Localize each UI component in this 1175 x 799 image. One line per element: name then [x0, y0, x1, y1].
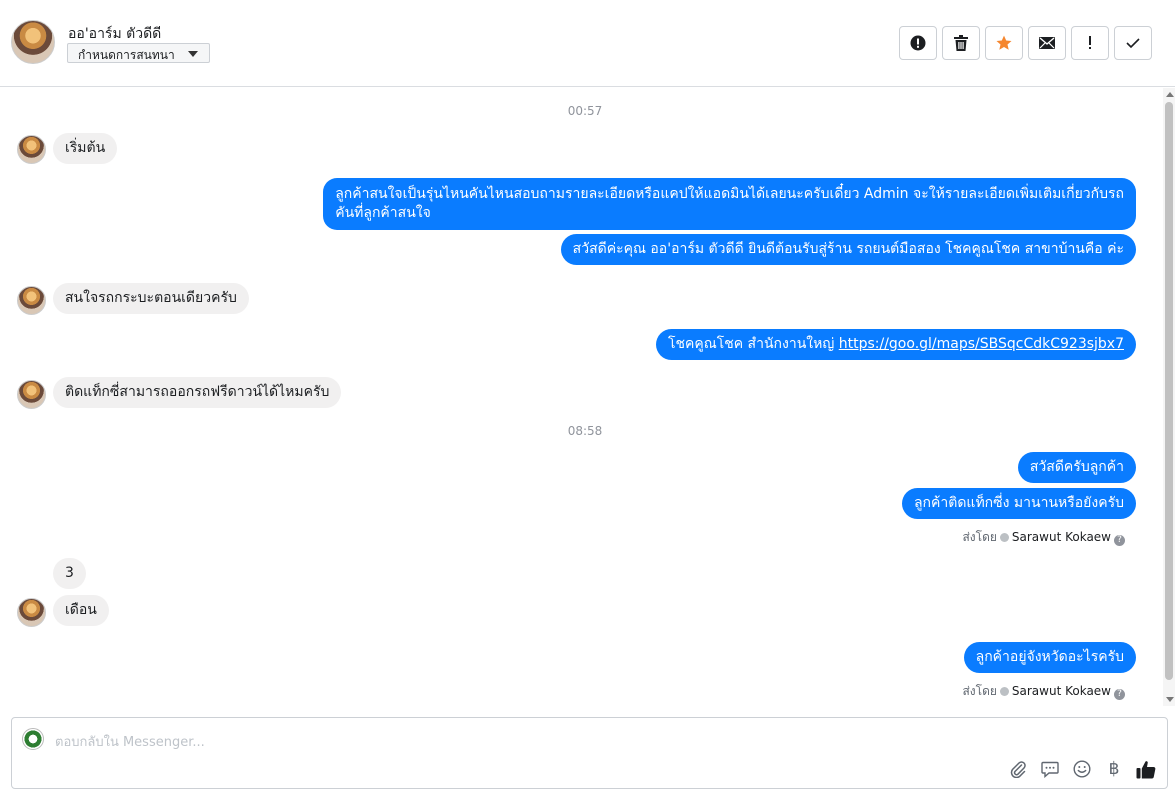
sender-avatar-icon [999, 687, 1009, 696]
follow-up-icon [1089, 36, 1091, 49]
mark-unread-button[interactable] [1028, 26, 1066, 60]
reply-input[interactable] [55, 732, 755, 752]
outgoing-message: ลูกค้าสนใจเป็นรุ่นไหนคันไหนสอบถามรายละเอ… [323, 178, 1136, 230]
help-icon[interactable]: ? [1114, 689, 1125, 700]
follow-up-button[interactable] [1071, 26, 1109, 60]
outgoing-message: ลูกค้าอยู่จังหวัดอะไรครับ [963, 642, 1136, 673]
attachment-icon [1010, 761, 1026, 778]
check-icon [1126, 38, 1140, 49]
sender-name[interactable]: Sarawut Kokaew [1012, 684, 1111, 698]
star-icon [996, 35, 1012, 50]
contact-name[interactable]: ออ'อาร์ม ตัวดีดี [68, 23, 161, 45]
outgoing-message-line: ลูกค้าสนใจเป็นรุ่นไหนคันไหนสอบถามรายละเอ… [335, 186, 1124, 202]
incoming-message: เริ่มต้น [53, 133, 118, 164]
header-actions [899, 26, 1152, 60]
baht-icon: ฿ [1108, 759, 1120, 779]
attach-button[interactable] [1007, 758, 1029, 780]
contact-avatar-small [17, 380, 46, 409]
thread-scrollbar[interactable] [1163, 88, 1175, 706]
contact-avatar[interactable] [11, 20, 55, 64]
inbox-conversation-view: ออ'อาร์ม ตัวดีดี กำหนดการสนทนา 00:57 เริ… [0, 0, 1175, 799]
trash-icon [954, 35, 968, 51]
contact-avatar-small [17, 286, 46, 315]
reply-composer: ฿ [11, 717, 1168, 789]
sent-by-info: ส่งโดย Sarawut Kokaew? [962, 682, 1125, 701]
sender-name[interactable]: Sarawut Kokaew [1012, 530, 1111, 544]
mark-spam-button[interactable] [899, 26, 937, 60]
composer-tools: ฿ [1007, 758, 1157, 780]
star-button[interactable] [985, 26, 1023, 60]
incoming-message: สนใจรถกระบะตอนเดียวครับ [53, 283, 249, 314]
page-avatar [22, 728, 44, 750]
sender-avatar-icon [999, 533, 1009, 542]
scrollbar-thumb[interactable] [1165, 102, 1173, 680]
emoji-button[interactable] [1071, 758, 1093, 780]
outgoing-message: โชคคูณโชค สำนักงานใหญ่ https://goo.gl/ma… [655, 329, 1136, 360]
mail-icon [1039, 37, 1055, 49]
payment-button[interactable]: ฿ [1103, 758, 1125, 780]
saved-replies-icon [1041, 761, 1059, 778]
message-text: โชคคูณโชค สำนักงานใหญ่ [667, 336, 835, 352]
sent-by-info: ส่งโดย Sarawut Kokaew? [962, 528, 1125, 547]
delete-button[interactable] [942, 26, 980, 60]
scroll-up-arrow-icon[interactable] [1166, 92, 1174, 97]
outgoing-message: ลูกค้าติดแท็กซี่ง มานานหรือยังครับ [901, 488, 1136, 519]
map-link[interactable]: https://goo.gl/maps/SBSqcCdkC923sjbx7 [839, 336, 1124, 352]
like-button[interactable] [1135, 758, 1157, 780]
like-icon [1136, 760, 1156, 779]
emoji-icon [1073, 760, 1091, 778]
spam-icon [910, 35, 926, 51]
sent-by-label: ส่งโดย [962, 684, 997, 698]
conversation-stage-label: กำหนดการสนทนา [78, 48, 175, 62]
incoming-message: เดือน [53, 595, 109, 626]
scroll-down-arrow-icon[interactable] [1166, 697, 1174, 702]
sent-by-label: ส่งโดย [962, 530, 997, 544]
incoming-message: ติดแท็กซี่สามารถออกรถฟรีดาวน์ได้ไหมครับ [53, 377, 342, 408]
mark-done-button[interactable] [1114, 26, 1152, 60]
message-thread[interactable]: 00:57 เริ่มต้น ลูกค้าสนใจเป็นรุ่นไหนคันไ… [0, 88, 1163, 706]
outgoing-message-line: คันที่ลูกค้าสนใจ [335, 205, 431, 221]
timestamp: 00:57 [567, 104, 603, 118]
contact-avatar-small [17, 135, 46, 164]
conversation-stage-dropdown[interactable]: กำหนดการสนทนา [67, 43, 210, 63]
caret-down-icon [188, 51, 198, 57]
help-icon[interactable]: ? [1114, 535, 1125, 546]
outgoing-message: สวัสดีค่ะคุณ ออ'อาร์ม ตัวดีดี ยินดีต้อนร… [560, 234, 1136, 265]
contact-avatar-small [17, 598, 46, 627]
timestamp: 08:58 [567, 424, 603, 438]
saved-replies-button[interactable] [1039, 758, 1061, 780]
incoming-message: 3 [53, 558, 86, 589]
conversation-header: ออ'อาร์ม ตัวดีดี กำหนดการสนทนา [0, 0, 1175, 87]
outgoing-message: สวัสดีครับลูกค้า [1017, 452, 1136, 483]
